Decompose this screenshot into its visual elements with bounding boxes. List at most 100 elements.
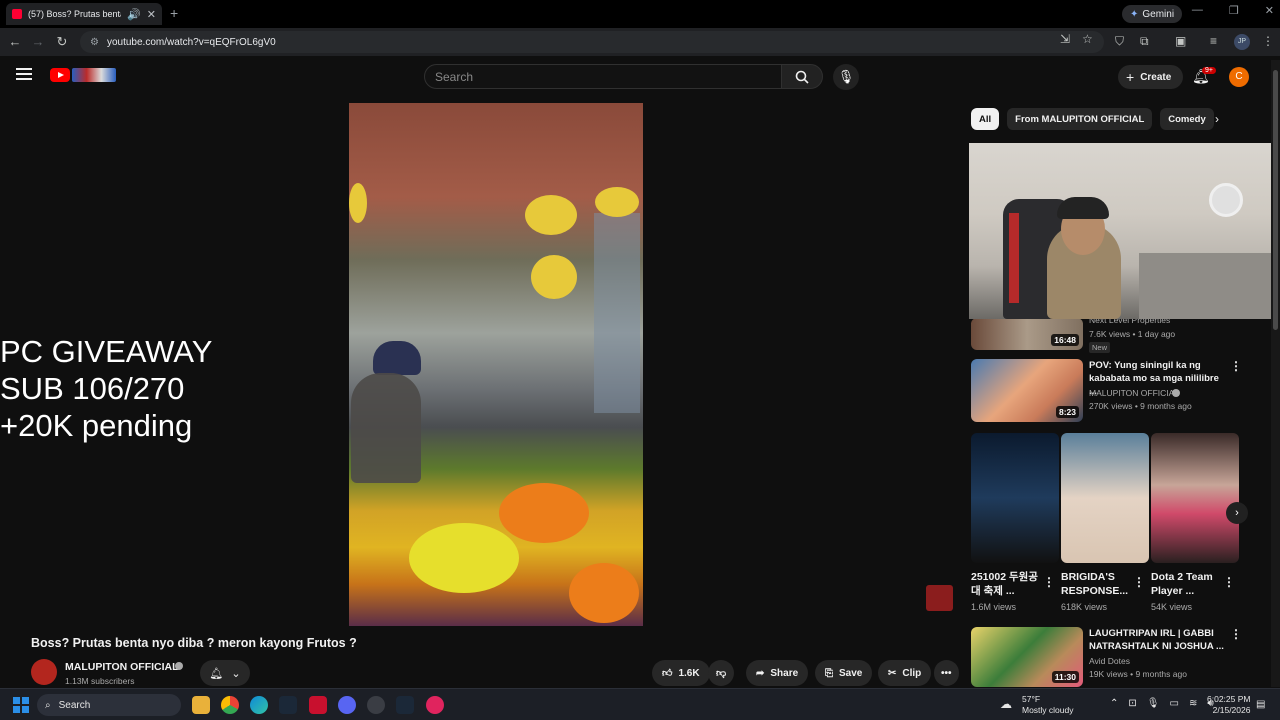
- tab-close-icon[interactable]: ✕: [147, 8, 156, 21]
- tab-audio-icon[interactable]: 🔊: [127, 8, 141, 21]
- site-info-icon[interactable]: ⚙: [90, 37, 99, 48]
- recommendation-title[interactable]: LAUGHTRIPAN IRL | GABBI NATRASHTALK NI J…: [1089, 627, 1224, 653]
- more-options-icon[interactable]: ⋮: [1043, 575, 1055, 589]
- banana-bunch: [595, 187, 639, 217]
- subscription-bell-button[interactable]: 🔔︎ ⌄: [200, 660, 250, 686]
- create-label: Create: [1140, 71, 1172, 83]
- short-title[interactable]: 251002 두원공대 축제 ...: [971, 570, 1043, 598]
- short-title[interactable]: BRIGIDA'S RESPONSE...: [1061, 570, 1133, 598]
- forward-arrow-icon[interactable]: →: [29, 33, 47, 51]
- youtube-logo-icon[interactable]: [50, 68, 70, 82]
- bookmark-star-icon[interactable]: ☆: [1082, 32, 1093, 46]
- back-arrow-icon[interactable]: ←: [6, 33, 24, 51]
- more-actions-button[interactable]: •••: [934, 660, 959, 686]
- video-player[interactable]: [349, 103, 643, 626]
- clock-date: 2/15/2026: [1212, 705, 1251, 715]
- file-explorer-icon[interactable]: [192, 696, 210, 714]
- recommendation-channel[interactable]: Avid Dotes: [1089, 656, 1130, 666]
- tray-overflow-chevron-icon[interactable]: ⌃: [1110, 698, 1118, 709]
- short-views: 1.6M views: [971, 602, 1017, 612]
- more-options-icon[interactable]: ⋮: [1223, 575, 1235, 589]
- maximize-button[interactable]: ❐: [1229, 4, 1239, 17]
- gemini-button[interactable]: ✦ Gemini: [1122, 5, 1183, 23]
- chip-from-channel[interactable]: From MALUPITON OFFICIAL: [1007, 108, 1153, 130]
- app-icon[interactable]: [367, 696, 385, 714]
- windows-start-icon[interactable]: [13, 697, 29, 713]
- notification-center-icon[interactable]: ▤: [1256, 699, 1265, 710]
- video-thumbnail[interactable]: 8:23: [971, 359, 1083, 422]
- save-button[interactable]: ⎘ Save: [815, 660, 873, 686]
- weather-widget[interactable]: ☁ 57°F Mostly cloudy: [1000, 694, 1074, 716]
- gaming-chair-stripe: [1009, 213, 1019, 303]
- youtube-doodle-logo[interactable]: [72, 68, 116, 82]
- chip-comedy[interactable]: Comedy: [1160, 108, 1214, 130]
- search-button[interactable]: [781, 64, 823, 89]
- gemini-label: Gemini: [1142, 8, 1175, 20]
- media-app-icon[interactable]: [426, 696, 444, 714]
- fan: [1209, 183, 1243, 217]
- search-placeholder: Search: [435, 69, 474, 84]
- edge-icon[interactable]: [250, 696, 268, 714]
- search-input[interactable]: Search: [424, 64, 782, 89]
- more-options-icon[interactable]: ⋮: [1230, 627, 1242, 641]
- mic-icon[interactable]: 🎙: [1147, 698, 1160, 709]
- banana-bunch: [349, 183, 367, 223]
- giveaway-overlay: PC GIVEAWAY SUB 106/270 +20K pending: [0, 333, 212, 444]
- channel-watermark[interactable]: [926, 585, 953, 611]
- media-controls-icon[interactable]: ≡: [1210, 34, 1217, 48]
- address-bar[interactable]: ⚙ youtube.com/watch?v=qEQFrOL6gV0: [80, 31, 1104, 53]
- chrome-icon[interactable]: [221, 696, 239, 714]
- tab-search-icon[interactable]: ▣: [1175, 34, 1186, 48]
- display-icon[interactable]: ▭: [1169, 698, 1178, 709]
- plus-icon: +: [1126, 69, 1135, 85]
- short-thumbnail[interactable]: [971, 433, 1059, 563]
- duration-badge: 11:30: [1051, 671, 1079, 683]
- more-options-icon[interactable]: ⋮: [1133, 575, 1145, 589]
- wifi-icon[interactable]: ≋: [1189, 698, 1197, 709]
- short-title[interactable]: Dota 2 Team Player ...: [1151, 570, 1223, 598]
- voice-search-mic-icon[interactable]: 🎙: [833, 64, 859, 90]
- extensions-puzzle-icon[interactable]: ⧉: [1140, 34, 1149, 49]
- reload-icon[interactable]: ↻: [53, 33, 71, 51]
- scissors-icon: ✂: [888, 667, 897, 679]
- subscriber-count: 1.13M subscribers: [65, 676, 135, 686]
- scrollbar-thumb[interactable]: [1273, 70, 1278, 330]
- recommendation-channel[interactable]: MALUPITON OFFICIAL: [1089, 388, 1179, 398]
- profile-avatar[interactable]: JP: [1234, 34, 1250, 50]
- chevron-right-icon[interactable]: ›: [1215, 112, 1219, 126]
- video-thumbnail[interactable]: 16:48: [971, 318, 1083, 350]
- short-thumbnail[interactable]: [1061, 433, 1149, 563]
- create-button[interactable]: + Create: [1118, 65, 1184, 89]
- channel-avatar[interactable]: [31, 659, 57, 685]
- chip-all[interactable]: All: [971, 108, 1000, 130]
- network-icon[interactable]: ⊡: [1128, 698, 1136, 709]
- short-views: 618K views: [1061, 602, 1108, 612]
- chevron-right-icon[interactable]: ›: [1226, 502, 1248, 524]
- app-icon[interactable]: [309, 696, 327, 714]
- install-app-icon[interactable]: ⇲: [1060, 32, 1070, 46]
- account-avatar[interactable]: C: [1229, 67, 1249, 87]
- picture-in-picture-player[interactable]: [969, 143, 1280, 319]
- steam-icon[interactable]: [396, 696, 414, 714]
- like-button[interactable]: 👍︎ 1.6K: [652, 660, 710, 686]
- shield-extension-icon[interactable]: ⛉: [1115, 34, 1124, 49]
- new-tab-button[interactable]: +: [170, 5, 178, 21]
- share-button[interactable]: ➦ Share: [746, 660, 809, 686]
- steam-icon[interactable]: [279, 696, 297, 714]
- notification-count-badge: 9+: [1202, 67, 1216, 74]
- clip-button[interactable]: ✂ Clip: [878, 660, 932, 686]
- short-thumbnail[interactable]: [1151, 433, 1239, 563]
- hamburger-menu-icon[interactable]: [16, 68, 32, 80]
- dislike-button[interactable]: 👎︎: [708, 660, 735, 686]
- video-thumbnail[interactable]: 11:30: [971, 627, 1083, 687]
- browser-tab[interactable]: (57) Boss? Prutas benta nyo 🔊 ✕: [6, 3, 162, 25]
- close-window-button[interactable]: ✕: [1265, 4, 1274, 17]
- weather-temp: 57°F: [1022, 694, 1041, 704]
- taskbar-search[interactable]: ⌕ Search: [37, 694, 181, 716]
- taskbar-clock[interactable]: 6:02:25 PM 2/15/2026: [1207, 694, 1250, 716]
- browser-menu-icon[interactable]: ⋮: [1262, 34, 1274, 48]
- minimize-button[interactable]: —: [1192, 4, 1203, 17]
- more-options-icon[interactable]: ⋮: [1230, 359, 1242, 373]
- channel-name[interactable]: MALUPITON OFFICIAL: [65, 661, 179, 673]
- discord-icon[interactable]: [338, 696, 356, 714]
